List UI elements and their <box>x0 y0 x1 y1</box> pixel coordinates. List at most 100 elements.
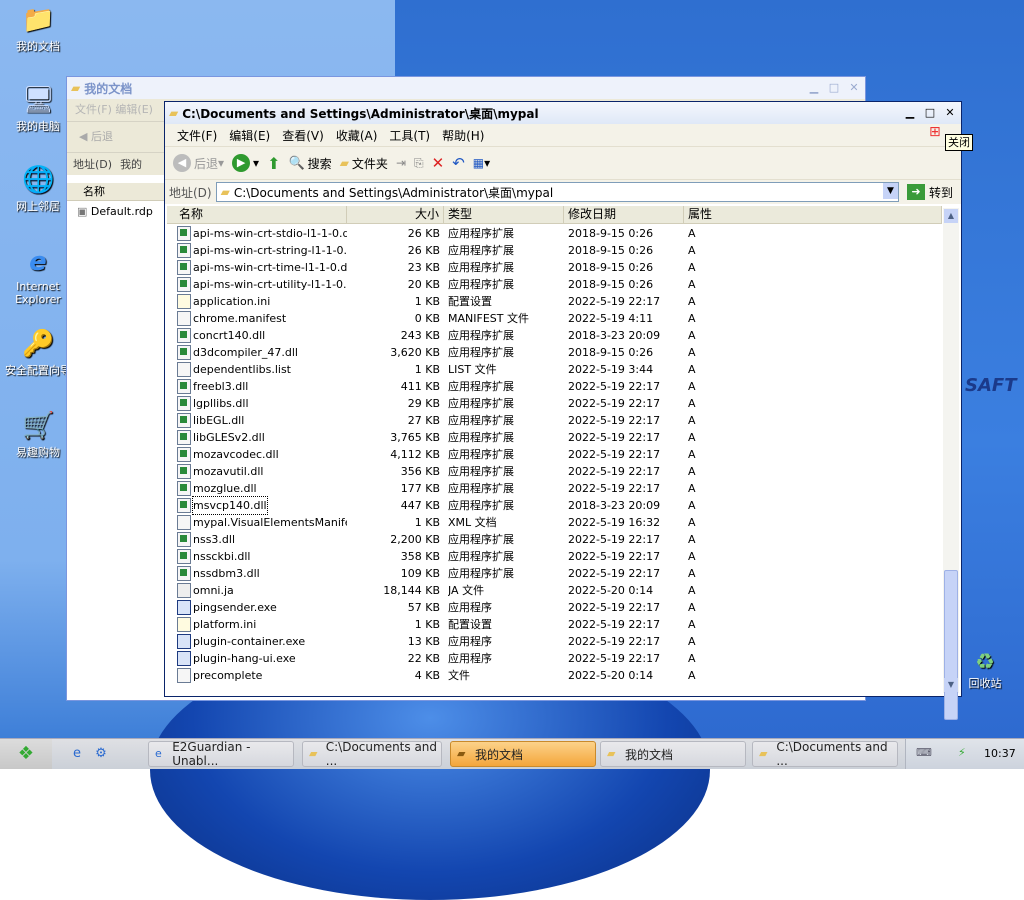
table-row[interactable]: msvcp140.dll 447 KB 应用程序扩展 2018-3-23 20:09 A <box>167 496 942 515</box>
file-size: 1 KB <box>414 295 440 308</box>
task-button-documents-1[interactable]: ▰ C:\Documents and ... <box>302 740 442 768</box>
ja-file-icon <box>177 583 191 598</box>
table-row[interactable]: lgpllibs.dll 29 KB 应用程序扩展 2022-5-19 22:17 A <box>167 395 942 412</box>
menu-tools[interactable]: 工具(T) <box>383 127 436 144</box>
menu-file[interactable]: 文件(F) <box>171 127 223 144</box>
start-button[interactable]: ❖ <box>0 739 52 769</box>
scroll-thumb[interactable] <box>944 570 958 720</box>
up-folder-button[interactable]: ⬆ <box>267 154 280 173</box>
column-header-attributes[interactable]: 属性 <box>684 206 942 223</box>
file-size: 243 KB <box>400 329 440 342</box>
table-row[interactable]: platform.ini 1 KB 配置设置 2022-5-19 22:17 A <box>167 616 942 633</box>
delete-button[interactable]: ✕ <box>432 154 445 172</box>
go-button[interactable]: ➜ 转到 <box>903 182 957 202</box>
desktop-icon-shopping[interactable]: 🛒 易趣购物 <box>0 410 76 460</box>
file-name: plugin-container.exe <box>193 635 306 648</box>
minimize-button[interactable]: ▁ <box>807 81 821 95</box>
close-button[interactable]: ✕ <box>943 106 957 120</box>
table-row[interactable]: api-ms-win-crt-time-l1-1-0.dll 23 KB 应用程序扩… <box>167 259 942 276</box>
address-value[interactable]: 我的 <box>120 156 142 172</box>
table-row[interactable]: omni.ja 18,144 KB JA 文件 2022-5-20 0:14 A <box>167 582 942 599</box>
table-row[interactable]: dependentlibs.list 1 KB LIST 文件 2022-5-19 3… <box>167 361 942 378</box>
undo-button[interactable]: ↶ <box>452 154 465 172</box>
quicklaunch-settings-icon[interactable]: ⚙ <box>92 745 110 763</box>
views-grid-icon: ▦ <box>472 156 485 170</box>
task-button-documents-2[interactable]: ▰ C:\Documents and ... <box>752 740 898 768</box>
back-button[interactable]: ◀ 后退 ▾ <box>173 154 224 172</box>
menu-favorites[interactable]: 收藏(A) <box>330 127 384 144</box>
table-row[interactable]: mozavcodec.dll 4,112 KB 应用程序扩展 2022-5-19 22… <box>167 446 942 463</box>
vertical-scrollbar[interactable]: ▲ ▼ <box>943 208 959 720</box>
scroll-down-button[interactable]: ▼ <box>944 678 958 692</box>
move-to-button[interactable]: ⇥ <box>396 156 406 170</box>
desktop-icon-my-computer[interactable]: 🖥 我的电脑 <box>0 84 76 134</box>
file-attributes: A <box>688 669 696 682</box>
table-row[interactable]: nssdbm3.dll 109 KB 应用程序扩展 2022-5-19 22:17 A <box>167 565 942 582</box>
table-row[interactable]: application.ini 1 KB 配置设置 2022-5-19 22:17 A <box>167 293 942 310</box>
menu-help[interactable]: 帮助(H) <box>436 127 490 144</box>
desktop-icon-security-wizard[interactable]: 🔑 安全配置向导 <box>0 328 76 378</box>
table-row[interactable]: libGLESv2.dll 3,765 KB 应用程序扩展 2022-5-19 22:… <box>167 429 942 446</box>
close-button[interactable]: ✕ <box>847 81 861 95</box>
table-row[interactable]: concrt140.dll 243 KB 应用程序扩展 2018-3-23 20:09… <box>167 327 942 344</box>
desktop-icon-label: 易趣购物 <box>16 446 60 459</box>
folders-button[interactable]: ▰ 文件夹 <box>340 155 388 172</box>
column-header-modified[interactable]: 修改日期 <box>564 206 684 223</box>
table-row[interactable]: plugin-container.exe 13 KB 应用程序 2022-5-19 2… <box>167 633 942 650</box>
table-row[interactable]: plugin-hang-ui.exe 22 KB 应用程序 2022-5-19 22:… <box>167 650 942 667</box>
table-row[interactable]: d3dcompiler_47.dll 3,620 KB 应用程序扩展 2018-9-1… <box>167 344 942 361</box>
dll-file-icon <box>177 328 191 343</box>
safely-remove-tray-icon[interactable]: ⚡ <box>958 746 966 759</box>
table-row[interactable]: freebl3.dll 411 KB 应用程序扩展 2022-5-19 22:17 A <box>167 378 942 395</box>
ini-file-icon <box>177 617 191 632</box>
copy-to-button[interactable]: ⎘ <box>414 156 424 171</box>
task-button-my-documents[interactable]: ▰ 我的文档 <box>600 741 746 767</box>
views-button[interactable]: ▦ ▾ <box>473 156 490 170</box>
desktop-icon-ie[interactable]: e Internet Explorer <box>0 246 76 306</box>
table-row[interactable]: precomplete 4 KB 文件 2022-5-20 0:14 A <box>167 667 942 684</box>
table-row[interactable]: api-ms-win-crt-string-l1-1-0.dll 26 KB 应用程… <box>167 242 942 259</box>
task-button-e2guardian[interactable]: e E2Guardian - Unabl... <box>148 740 294 768</box>
network-tray-icon[interactable]: ⌨ <box>916 746 932 759</box>
back-button[interactable]: ◀ 后退 <box>79 128 113 144</box>
file-attributes: A <box>688 499 696 512</box>
desktop-icon-network[interactable]: 🌐 网上邻居 <box>0 164 76 214</box>
table-row[interactable]: nssckbi.dll 358 KB 应用程序扩展 2022-5-19 22:17 A <box>167 548 942 565</box>
column-header-name[interactable]: 名称 <box>167 206 347 223</box>
table-row[interactable]: chrome.manifest 0 KB MANIFEST 文件 2022-5-19 … <box>167 310 942 327</box>
column-header-size[interactable]: 大小 <box>347 206 444 223</box>
list-item[interactable]: ▣ Default.rdp <box>77 205 153 218</box>
maximize-button[interactable]: □ <box>923 106 937 120</box>
menu-edit[interactable]: 编辑(E) <box>223 127 276 144</box>
task-button-my-documents-active[interactable]: ▰ 我的文档 <box>450 741 596 767</box>
table-row[interactable]: api-ms-win-crt-utility-l1-1-0.dll 20 KB 应用… <box>167 276 942 293</box>
folder-icon: ▰ <box>169 106 179 120</box>
table-row[interactable]: nss3.dll 2,200 KB 应用程序扩展 2022-5-19 22:17 A <box>167 531 942 548</box>
forward-button[interactable]: ▶ ▾ <box>232 154 259 172</box>
minimize-button[interactable]: ▁ <box>903 106 917 120</box>
column-header-name[interactable]: 名称 <box>67 183 167 201</box>
maximize-button[interactable]: □ <box>827 81 841 95</box>
table-row[interactable]: mozavutil.dll 356 KB 应用程序扩展 2022-5-19 22:17… <box>167 463 942 480</box>
table-row[interactable]: mypal.VisualElementsManifest... 1 KB XML 文… <box>167 514 942 531</box>
titlebar[interactable]: ▰ C:\Documents and Settings\Administrato… <box>165 102 961 124</box>
table-row[interactable]: api-ms-win-crt-stdio-l1-1-0.dll 26 KB 应用程序… <box>167 225 942 242</box>
column-header-type[interactable]: 类型 <box>444 206 564 223</box>
recycle-bin-icon: ♻ <box>975 650 995 675</box>
table-row[interactable]: pingsender.exe 57 KB 应用程序 2022-5-19 22:17 A <box>167 599 942 616</box>
titlebar[interactable]: ▰ 我的文档 ▁ □ ✕ <box>67 77 865 99</box>
search-button[interactable]: 🔍 搜索 <box>288 155 331 172</box>
table-row[interactable]: libEGL.dll 27 KB 应用程序扩展 2022-5-19 22:17 A <box>167 412 942 429</box>
clock[interactable]: 10:37 <box>984 747 1016 760</box>
scroll-up-button[interactable]: ▲ <box>944 209 958 223</box>
file-size: 4,112 KB <box>390 448 440 461</box>
address-input[interactable]: ▰ C:\Documents and Settings\Administrato… <box>215 182 899 202</box>
table-row[interactable]: mozglue.dll 177 KB 应用程序扩展 2022-5-19 22:17 A <box>167 480 942 497</box>
address-dropdown-button[interactable]: ▼ <box>882 183 898 199</box>
desktop-icon-my-documents[interactable]: 📁 我的文档 <box>0 4 76 54</box>
file-size: 109 KB <box>400 567 440 580</box>
window-mypal-folder[interactable]: ▰ C:\Documents and Settings\Administrato… <box>164 101 962 720</box>
desktop-icon-recycle-bin[interactable]: ♻ 回收站 <box>955 650 1015 691</box>
quicklaunch-ie-icon[interactable]: e <box>68 745 86 763</box>
menu-view[interactable]: 查看(V) <box>276 127 330 144</box>
